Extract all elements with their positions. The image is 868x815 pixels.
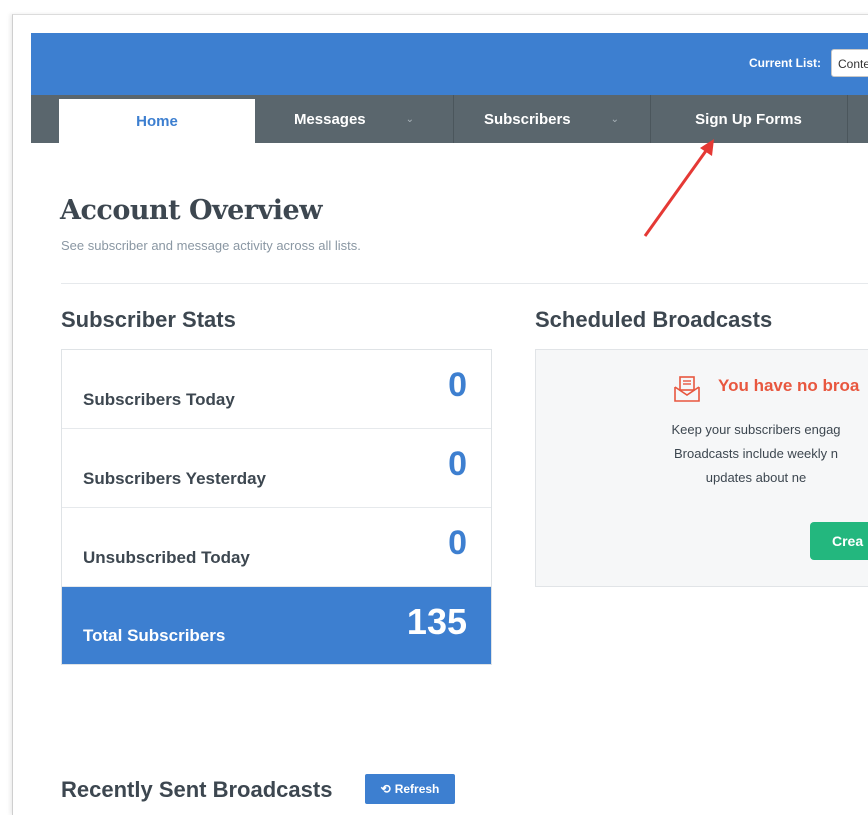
nav-tab-messages[interactable]: Messages ⌄ (259, 95, 449, 143)
envelope-icon (674, 376, 700, 402)
top-bar: Current List: Conte (31, 33, 868, 95)
create-broadcast-button[interactable]: Crea (810, 522, 868, 560)
empty-state-line: updates about ne (705, 470, 807, 485)
scheduled-broadcasts-panel: You have no broa Keep your subscribers e… (535, 349, 868, 587)
refresh-button[interactable]: ⟲ Refresh (365, 774, 455, 804)
stat-value: 0 (448, 524, 467, 562)
stat-row: Subscribers Today 0 (62, 350, 491, 429)
stat-label: Subscribers Yesterday (83, 469, 267, 488)
empty-state-line: Broadcasts include weekly n (673, 446, 839, 461)
nav-tab-subscribers-label: Subscribers (483, 110, 571, 128)
subscriber-stats-title: Subscriber Stats (61, 307, 236, 332)
stat-label: Unsubscribed Today (83, 548, 250, 567)
total-subscribers-label: Total Subscribers (83, 626, 226, 645)
empty-state-title: You have no broa (718, 376, 860, 395)
total-subscribers-value: 135 (406, 601, 467, 642)
refresh-icon: ⟲ (380, 782, 391, 796)
stat-value: 0 (448, 366, 467, 404)
page-subtitle: See subscriber and message activity acro… (61, 238, 361, 253)
page-title: Account Overview (60, 195, 322, 226)
nav-tab-home[interactable]: Home (59, 99, 255, 143)
stat-value: 0 (448, 445, 467, 483)
current-list-label: Current List: (749, 56, 821, 70)
recently-sent-broadcasts-title: Recently Sent Broadcasts (61, 777, 333, 802)
nav-divider (847, 95, 848, 143)
chevron-down-icon: ⌄ (610, 113, 620, 125)
nav-tab-subscribers[interactable]: Subscribers ⌄ (454, 95, 649, 143)
current-list: Current List: Conte (749, 49, 868, 77)
scheduled-broadcasts-title: Scheduled Broadcasts (535, 307, 773, 332)
subscriber-stats-table: Subscribers Today 0 Subscribers Yesterda… (61, 349, 492, 665)
refresh-button-label: Refresh (394, 782, 440, 796)
nav-tab-messages-label: Messages (293, 110, 366, 128)
stat-row: Subscribers Yesterday 0 (62, 429, 491, 508)
total-subscribers-row: Total Subscribers 135 (62, 587, 491, 664)
current-list-select[interactable]: Conte (831, 49, 868, 77)
stat-label: Subscribers Today (83, 390, 235, 409)
chevron-down-icon: ⌄ (405, 113, 415, 125)
nav-tab-sign-up-forms[interactable]: Sign Up Forms (651, 95, 846, 143)
empty-state-line: Keep your subscribers engag (671, 422, 841, 437)
stat-row: Unsubscribed Today 0 (62, 508, 491, 587)
main-nav: Home Messages ⌄ Subscribers ⌄ Sign Up Fo… (31, 95, 868, 143)
divider (61, 283, 868, 284)
empty-state-description: Keep your subscribers engag Broadcasts i… (536, 418, 868, 490)
app-window: Current List: Conte Home Messages ⌄ Subs… (12, 14, 868, 815)
nav-tab-sign-up-forms-label: Sign Up Forms (695, 110, 802, 128)
nav-tab-home-label: Home (136, 112, 178, 130)
